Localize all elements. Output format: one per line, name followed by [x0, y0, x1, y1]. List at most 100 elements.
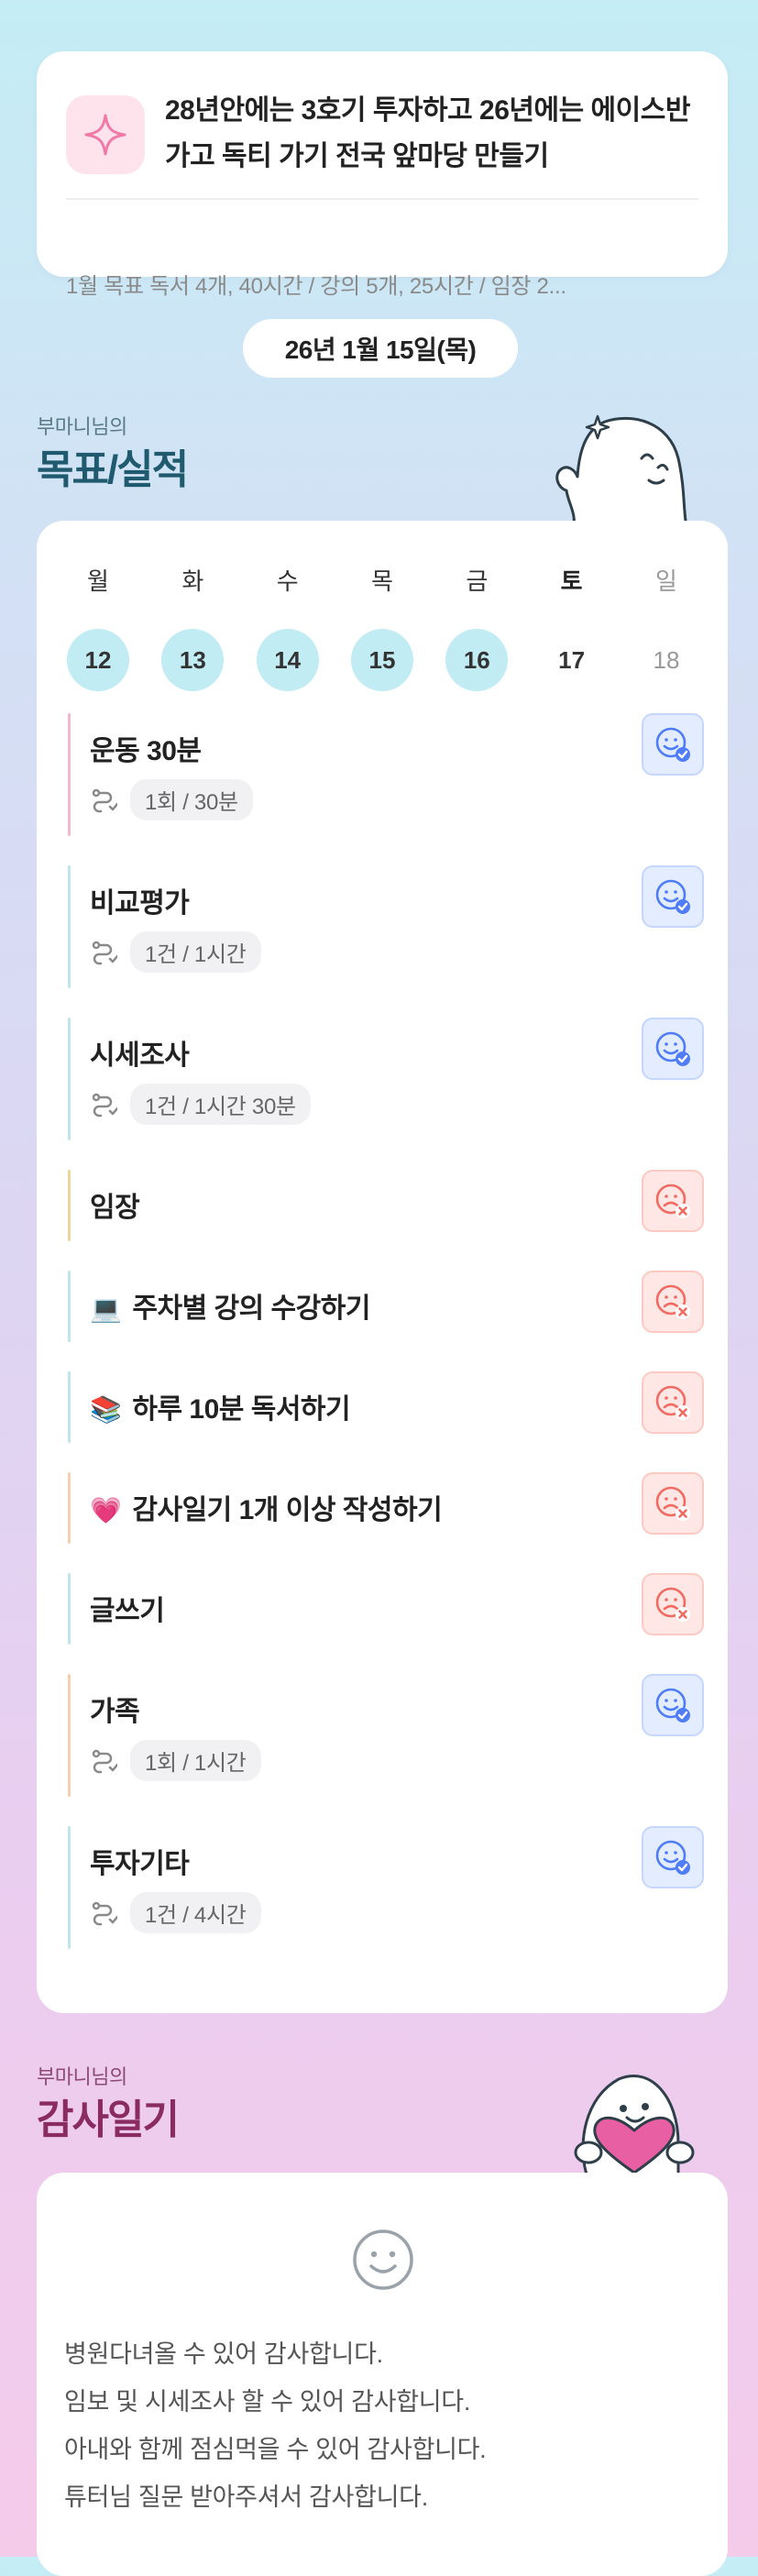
gratitude-panel: 병원다녀올 수 있어 감사합니다. 임보 및 시세조사 할 수 있어 감사합니다… [37, 2173, 728, 2576]
gratitude-line: 임보 및 시세조사 할 수 있어 감사합니다. [64, 2388, 471, 2416]
route-icon [92, 1901, 117, 1925]
smiley-icon[interactable] [351, 2228, 415, 2292]
day-date: 14 [256, 629, 319, 691]
day-date: 13 [161, 629, 225, 691]
task-row[interactable]: 💻 주차별 강의 수강하기 [68, 1271, 704, 1342]
task-title-text: 주차별 강의 수강하기 [132, 1294, 370, 1324]
status-fail-button[interactable] [642, 1371, 704, 1434]
day-label: 일 [655, 567, 677, 595]
day-label: 화 [181, 567, 204, 595]
gratitude-line: 병원다녀올 수 있어 감사합니다. [64, 2340, 383, 2368]
route-icon [92, 941, 117, 964]
task-color-bar [68, 1371, 71, 1443]
task-title: 💗 감사일기 1개 이상 작성하기 [90, 1487, 443, 1527]
smile-check-icon [655, 1840, 690, 1875]
task-title: 비교평가 [90, 880, 190, 920]
heart-mascot-icon [574, 2075, 695, 2174]
gratitude-line: 튜터님 질문 받아주셔서 감사합니다. [64, 2483, 428, 2511]
task-row[interactable]: 가족 1회 / 1시간 [68, 1674, 704, 1797]
day-sat[interactable]: 토 17 [540, 563, 604, 691]
task-title: 가족 [90, 1689, 140, 1729]
status-done-button[interactable] [642, 1674, 704, 1736]
task-meta: 1건 / 1시간 [90, 931, 261, 973]
task-row[interactable]: 시세조사 1건 / 1시간 30분 [68, 1018, 704, 1140]
route-icon [92, 788, 117, 812]
day-sun[interactable]: 일 18 [634, 563, 698, 691]
monthly-goal-text: 1월 목표 독서 4개, 40시간 / 강의 5개, 25시간 / 임장 2..… [66, 274, 566, 299]
day-date: 12 [67, 629, 129, 691]
task-meta-pill: 1건 / 1시간 30분 [130, 1084, 311, 1125]
task-title-text: 가족 [90, 1697, 140, 1727]
task-emoji: 💻 [90, 1294, 122, 1323]
day-fri[interactable]: 금 16 [445, 563, 509, 691]
date-label[interactable]: 26년 1월 15일(목) [243, 319, 518, 378]
day-label: 토 [560, 567, 583, 595]
task-meta: 1회 / 1시간 [90, 1740, 261, 1781]
status-fail-button[interactable] [642, 1472, 704, 1535]
task-row[interactable]: 💗 감사일기 1개 이상 작성하기 [68, 1472, 704, 1544]
task-title: 시세조사 [90, 1032, 190, 1073]
day-thu[interactable]: 목 15 [350, 563, 414, 691]
goal-card[interactable]: 28년안에는 3호기 투자하고 26년에는 에이스반 가고 독티 가기 전국 앞… [37, 51, 728, 299]
day-date: 18 [653, 645, 680, 674]
task-row[interactable]: 투자기타 1건 / 4시간 [68, 1826, 704, 1949]
task-title-text: 감사일기 1개 이상 작성하기 [132, 1495, 443, 1525]
day-wed[interactable]: 수 14 [256, 563, 320, 691]
smile-check-icon [655, 1688, 690, 1723]
gratitude-entries: 병원다녀올 수 있어 감사합니다. 임보 및 시세조사 할 수 있어 감사합니다… [64, 2330, 706, 2521]
goals-panel: 월 12 화 13 수 14 목 15 금 16 토 17 일 18 운동 30… [37, 521, 728, 2013]
task-title-text: 시세조사 [90, 1040, 190, 1071]
day-date: 17 [558, 645, 586, 674]
task-title-text: 하루 10분 독서하기 [132, 1394, 351, 1425]
task-row[interactable]: 글쓰기 [68, 1573, 704, 1645]
task-title-text: 글쓰기 [90, 1596, 165, 1626]
task-meta-pill: 1회 / 30분 [130, 779, 253, 820]
smile-check-icon [655, 727, 690, 762]
task-color-bar [68, 713, 71, 836]
task-row[interactable]: 비교평가 1건 / 1시간 [68, 865, 704, 988]
task-title-text: 투자기타 [90, 1849, 190, 1879]
day-label: 수 [276, 567, 299, 595]
status-done-button[interactable] [642, 713, 704, 776]
task-row[interactable]: 📚 하루 10분 독서하기 [68, 1371, 704, 1443]
task-color-bar [68, 1472, 71, 1544]
day-label: 목 [371, 567, 393, 595]
gratitude-line: 아내와 함께 점심먹을 수 있어 감사합니다. [64, 2436, 487, 2463]
task-emoji: 📚 [90, 1395, 122, 1424]
week-strip: 월 12 화 13 수 14 목 15 금 16 토 17 일 18 [66, 563, 698, 691]
sparkle-icon [66, 95, 145, 174]
task-title-text: 임장 [90, 1193, 140, 1223]
status-done-button[interactable] [642, 1018, 704, 1080]
day-tue[interactable]: 화 13 [160, 563, 225, 691]
task-color-bar [68, 1573, 71, 1645]
task-title: 운동 30분 [90, 728, 202, 768]
task-meta-pill: 1회 / 1시간 [130, 1740, 261, 1781]
status-fail-button[interactable] [642, 1573, 704, 1635]
status-done-button[interactable] [642, 1826, 704, 1888]
status-fail-button[interactable] [642, 1170, 704, 1232]
goal-headline: 28년안에는 3호기 투자하고 26년에는 에이스반 가고 독티 가기 전국 앞… [165, 95, 690, 171]
task-color-bar [68, 1826, 71, 1949]
task-color-bar [68, 1271, 71, 1342]
task-emoji: 💗 [90, 1496, 122, 1525]
goals-section-title: 목표/실적 [37, 447, 189, 492]
status-fail-button[interactable] [642, 1271, 704, 1333]
task-row[interactable]: 임장 [68, 1170, 704, 1241]
task-meta: 1건 / 4시간 [90, 1892, 261, 1933]
day-date: 16 [445, 629, 509, 691]
status-done-button[interactable] [642, 865, 704, 928]
day-mon[interactable]: 월 12 [66, 563, 130, 691]
task-title: 글쓰기 [90, 1588, 165, 1628]
task-title: 💻 주차별 강의 수강하기 [90, 1285, 370, 1326]
route-icon [92, 1093, 117, 1117]
task-meta-pill: 1건 / 1시간 [130, 931, 261, 973]
task-meta: 1건 / 1시간 30분 [90, 1084, 311, 1125]
task-color-bar [68, 1170, 71, 1241]
ghost-mascot-icon [555, 414, 689, 532]
frown-x-icon [655, 1284, 690, 1319]
smile-check-icon [655, 879, 690, 914]
route-icon [92, 1749, 117, 1773]
task-row[interactable]: 운동 30분 1회 / 30분 [68, 713, 704, 836]
task-title-text: 운동 30분 [90, 736, 202, 766]
task-color-bar [68, 1674, 71, 1797]
